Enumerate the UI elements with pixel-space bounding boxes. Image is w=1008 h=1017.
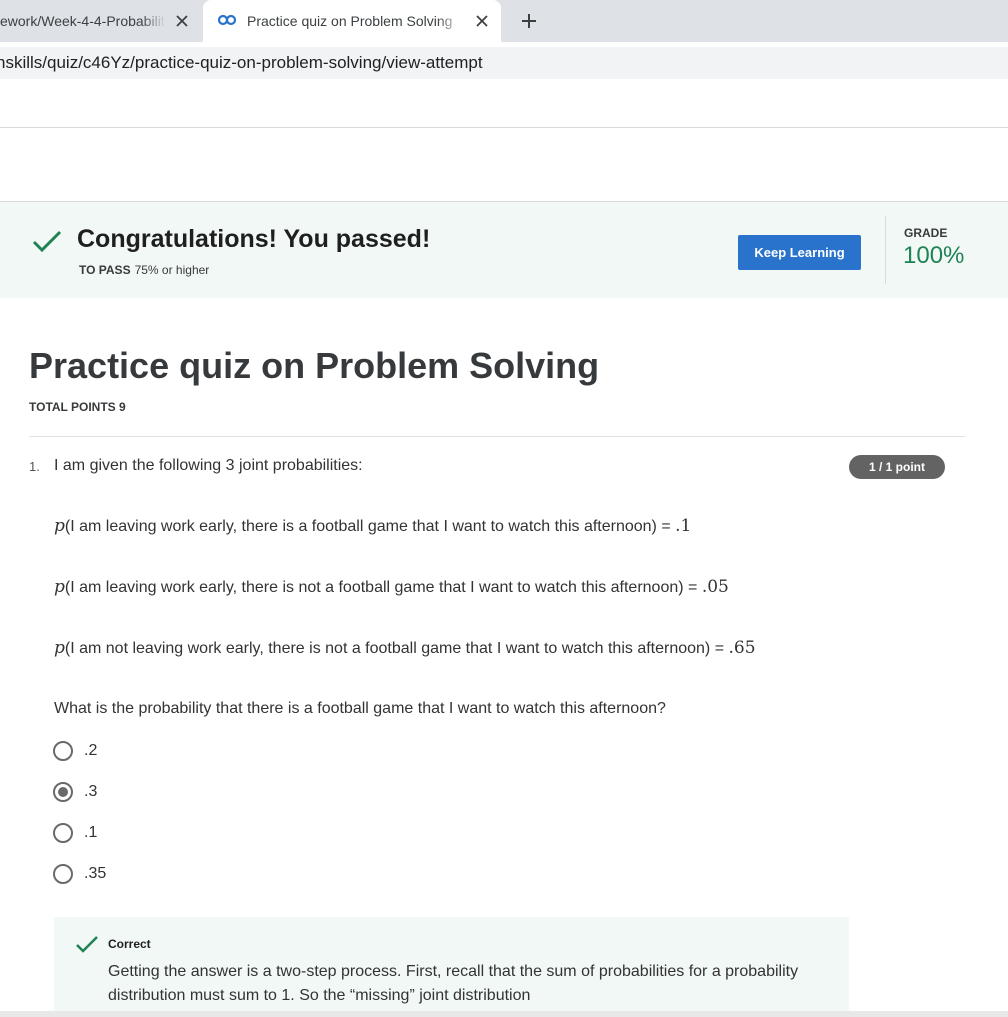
option-label: .1 bbox=[84, 824, 98, 841]
browser-toolbar: nskills/quiz/c46Yz/practice-quiz-on-prob… bbox=[0, 42, 1008, 84]
keep-learning-button[interactable]: Keep Learning bbox=[738, 235, 861, 270]
page-title: Practice quiz on Problem Solving bbox=[29, 345, 600, 386]
radio-button[interactable] bbox=[53, 864, 73, 884]
probability-statement: p(I am leaving work early, there is not … bbox=[54, 577, 729, 597]
probability-statement: p(I am leaving work early, there is a fo… bbox=[54, 516, 691, 536]
points-badge: 1 / 1 point bbox=[849, 455, 945, 479]
divider bbox=[0, 127, 1008, 128]
new-tab-button[interactable] bbox=[518, 10, 540, 32]
to-pass-label: TO PASS bbox=[79, 263, 131, 277]
probability-text: (I am leaving work early, there is not a… bbox=[64, 579, 702, 596]
address-bar[interactable]: nskills/quiz/c46Yz/practice-quiz-on-prob… bbox=[0, 47, 1008, 79]
close-icon[interactable] bbox=[472, 11, 492, 31]
probability-text: (I am not leaving work early, there is n… bbox=[64, 640, 729, 657]
math-p: p bbox=[54, 516, 65, 536]
plus-icon bbox=[522, 14, 536, 28]
horizontal-scrollbar[interactable] bbox=[0, 1011, 1008, 1017]
browser-tab-week4[interactable]: ework/Week-4-4-Probabilit bbox=[0, 0, 200, 42]
option-label: .3 bbox=[84, 783, 98, 800]
check-icon bbox=[75, 934, 99, 959]
to-pass-value: 75% or higher bbox=[134, 263, 210, 277]
probability-value: .1 bbox=[675, 516, 692, 536]
probability-value: .65 bbox=[728, 638, 756, 658]
pass-banner: Congratulations! You passed! TO PASS 75% … bbox=[0, 202, 1008, 298]
math-p: p bbox=[54, 577, 65, 597]
answer-option[interactable]: .3 bbox=[53, 781, 97, 803]
divider bbox=[29, 436, 965, 437]
divider bbox=[885, 216, 886, 284]
check-icon bbox=[32, 229, 62, 258]
pass-title: Congratulations! You passed! bbox=[77, 225, 431, 253]
option-label: .35 bbox=[84, 865, 107, 882]
coursera-infinity-icon bbox=[217, 13, 237, 29]
grade-label: GRADE bbox=[904, 226, 948, 240]
question-number: 1. bbox=[29, 459, 40, 474]
to-pass-info: TO PASS 75% or higher bbox=[79, 263, 209, 277]
question-prompt: What is the probability that there is a … bbox=[54, 700, 666, 717]
question-intro: I am given the following 3 joint probabi… bbox=[54, 457, 363, 474]
feedback-box: Correct Getting the answer is a two-step… bbox=[54, 917, 849, 1017]
feedback-title: Correct bbox=[108, 937, 151, 951]
answer-option[interactable]: .2 bbox=[53, 740, 97, 762]
radio-button[interactable] bbox=[53, 741, 73, 761]
url-text: nskills/quiz/c46Yz/practice-quiz-on-prob… bbox=[0, 53, 483, 72]
close-icon[interactable] bbox=[172, 11, 192, 31]
page-header bbox=[0, 84, 1008, 202]
probability-statement: p(I am not leaving work early, there is … bbox=[54, 638, 756, 658]
grade-value: 100% bbox=[903, 242, 965, 269]
math-p: p bbox=[54, 638, 65, 658]
radio-button-selected[interactable] bbox=[53, 782, 73, 802]
probability-text: (I am leaving work early, there is a foo… bbox=[64, 518, 676, 535]
probability-value: .05 bbox=[701, 577, 729, 597]
tab-title: ework/Week-4-4-Probabilit bbox=[0, 13, 165, 29]
total-points: TOTAL POINTS 9 bbox=[29, 400, 126, 414]
browser-tab-practice-quiz[interactable]: Practice quiz on Problem Solving bbox=[203, 0, 501, 42]
feedback-body: Getting the answer is a two-step process… bbox=[108, 963, 799, 1004]
option-label: .2 bbox=[84, 742, 98, 759]
radio-button[interactable] bbox=[53, 823, 73, 843]
answer-option[interactable]: .1 bbox=[53, 822, 97, 844]
browser-tab-strip: ework/Week-4-4-Probabilit Practice quiz … bbox=[0, 0, 1008, 42]
tab-title: Practice quiz on Problem Solving bbox=[247, 13, 453, 29]
answer-option[interactable]: .35 bbox=[53, 863, 106, 885]
